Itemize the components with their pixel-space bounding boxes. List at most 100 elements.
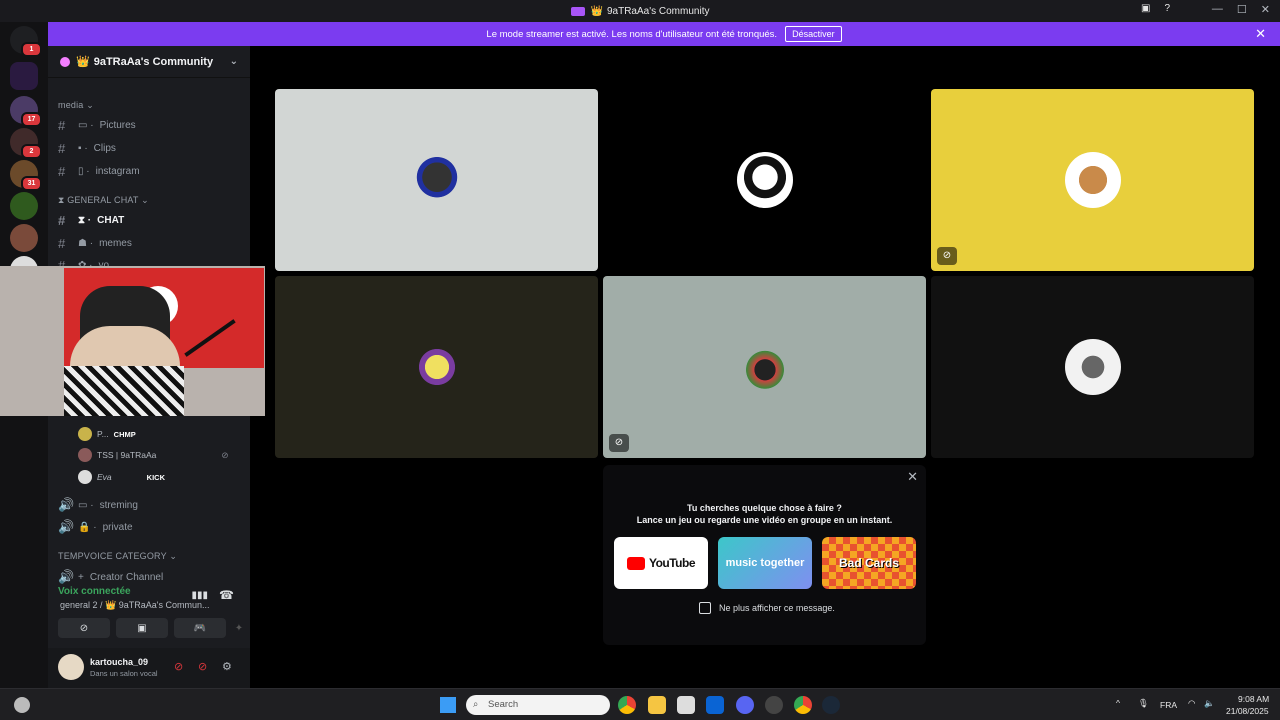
maximize-button[interactable]: ☐ [1237, 3, 1247, 16]
dont-show-again-checkbox[interactable]: Ne plus afficher ce message. [699, 602, 835, 614]
microphone-icon[interactable]: 🎙 [1138, 698, 1149, 709]
popup-subtitle: Lance un jeu ou regarde une vidéo en gro… [636, 515, 893, 525]
user-status: Dans un salon vocal [90, 669, 158, 678]
close-icon[interactable]: ✕ [907, 469, 918, 485]
activity-bad-cards[interactable]: Bad Cards [822, 537, 916, 589]
voice-status: Voix connectée [58, 586, 131, 597]
app-icon[interactable] [765, 696, 783, 714]
category-general-chat[interactable]: ⧗ GENERAL CHAT ⌄ [58, 195, 149, 206]
hash-icon: # [58, 141, 66, 156]
activity-music-together[interactable]: music together [718, 537, 812, 589]
lock-icon: 🔒 · [78, 521, 97, 533]
channel-clips[interactable]: # ▪ · Clips [58, 141, 116, 156]
server-icon[interactable] [10, 224, 38, 252]
chevron-down-icon[interactable]: ⌄ [230, 56, 238, 67]
clock-date[interactable]: 21/08/2025 [1226, 706, 1269, 716]
server-name: 9aTRaAa's Community [93, 55, 214, 68]
steam-icon[interactable] [822, 696, 840, 714]
discord-icon[interactable] [736, 696, 754, 714]
chrome-icon[interactable] [618, 696, 636, 714]
channel-chat[interactable]: # ⧗ · CHAT [58, 213, 124, 228]
channel-pictures[interactable]: # ▭ · Pictures [58, 118, 136, 133]
gear-icon[interactable]: ⚙ [222, 660, 232, 673]
avatar [78, 427, 92, 441]
clock-time[interactable]: 9:08 AM [1238, 694, 1269, 704]
windows-start-icon[interactable] [440, 697, 456, 713]
disconnect-icon[interactable]: ☎ [219, 588, 234, 602]
participant-tile[interactable]: ⊘ [603, 276, 926, 458]
voice-member[interactable]: Eva KICK [78, 470, 165, 484]
avatar [78, 448, 92, 462]
phone-emoji-icon: ▯ · [78, 166, 90, 177]
soundboard-button[interactable]: ✦ [232, 618, 246, 638]
file-explorer-icon[interactable] [648, 696, 666, 714]
close-window-button[interactable]: ✕ [1261, 3, 1270, 16]
server-header[interactable]: 👑 9aTRaAa's Community ⌄ [48, 46, 250, 78]
category-media[interactable]: media ⌄ [58, 100, 94, 111]
channel-instagram[interactable]: # ▯ · instagram [58, 164, 140, 179]
webcam-overlay [0, 266, 265, 416]
mic-muted-icon: ⊘ [609, 434, 629, 452]
server-icon[interactable]: 31 [10, 160, 42, 191]
disable-streamer-button[interactable]: Désactiver [785, 26, 842, 42]
deafen-icon[interactable]: ⊘ [198, 660, 207, 673]
signal-icon[interactable]: ▮▮▮ [191, 590, 208, 601]
screen-share-button[interactable]: ▣ [116, 618, 168, 638]
voice-channel-streming[interactable]: 🔊 ▭ · streming [58, 497, 138, 513]
participant-avatar [736, 152, 793, 208]
taskbar-search[interactable]: ⌕ Search [466, 695, 610, 715]
badge: 31 [21, 176, 42, 191]
user-avatar[interactable] [58, 654, 84, 680]
participant-avatar [736, 339, 793, 395]
participant-tile[interactable] [603, 89, 926, 271]
checkbox-icon[interactable] [699, 602, 711, 614]
camera-off-button[interactable]: ⊘ [58, 618, 110, 638]
language-indicator[interactable]: FRA [1160, 700, 1177, 710]
participant-tile[interactable] [275, 276, 598, 458]
hourglass-icon: ⧗ · [78, 215, 92, 226]
server-icon[interactable]: 17 [10, 96, 42, 127]
participant-tile[interactable]: ⊘ [931, 89, 1254, 271]
widgets-icon[interactable] [14, 697, 30, 713]
participant-tile[interactable] [275, 89, 598, 271]
voice-channel-name: general 2 / 👑 9aTRaAa's Commun... [60, 600, 210, 610]
hash-icon: # [58, 164, 66, 179]
voice-member[interactable]: TSS | 9aTRaAa ⊘ [78, 448, 229, 462]
window-titlebar: 👑 9aTRaAa's Community ▣ ? — ☐ ✕ [0, 0, 1280, 22]
activity-button[interactable]: 🎮 [174, 618, 226, 638]
inbox-icon[interactable]: ▣ [1141, 3, 1150, 14]
badge: 1 [21, 42, 42, 57]
minimize-button[interactable]: — [1212, 3, 1223, 16]
close-icon[interactable]: ✕ [1255, 26, 1266, 42]
speaker-icon: 🔊 [58, 497, 75, 512]
chevron-up-icon[interactable]: ^ [1116, 698, 1120, 708]
activity-youtube[interactable]: YouTube [614, 537, 708, 589]
chrome-active-icon[interactable] [794, 696, 812, 714]
participant-avatar [408, 152, 465, 208]
voice-member[interactable]: P... CHMP [78, 427, 136, 441]
category-tempvoice[interactable]: TEMPVOICE CATEGORY ⌄ [58, 551, 177, 562]
outlook-icon[interactable] [706, 696, 724, 714]
badge: 2 [21, 144, 42, 159]
server-icon[interactable] [10, 192, 38, 220]
search-icon: ⌕ [473, 699, 479, 710]
help-icon[interactable]: ? [1164, 3, 1170, 14]
member-tag: CHMP [113, 429, 136, 439]
picture-emoji-icon: ▭ · [78, 120, 94, 131]
discord-home-icon[interactable]: 1 [10, 26, 42, 57]
server-icon[interactable]: 2 [10, 128, 42, 159]
wifi-icon[interactable]: ◠ [1188, 698, 1195, 709]
channel-memes[interactable]: # ☗ · memes [58, 236, 132, 251]
volume-icon[interactable]: 🔈 [1204, 698, 1215, 709]
store-icon[interactable] [677, 696, 695, 714]
avatar [78, 470, 92, 484]
voice-channel-private[interactable]: 🔊 🔒 · private [58, 519, 133, 535]
participant-tile[interactable] [931, 276, 1254, 458]
crown-icon: 👑 [76, 56, 90, 68]
hash-icon: # [58, 236, 66, 251]
badge: 17 [21, 112, 42, 127]
server-boost-icon [60, 56, 70, 67]
voice-connection-panel: Voix connectée general 2 / 👑 9aTRaAa's C… [52, 580, 246, 646]
server-icon-9atra[interactable] [10, 62, 38, 90]
mic-muted-icon[interactable]: ⊘ [174, 660, 183, 673]
